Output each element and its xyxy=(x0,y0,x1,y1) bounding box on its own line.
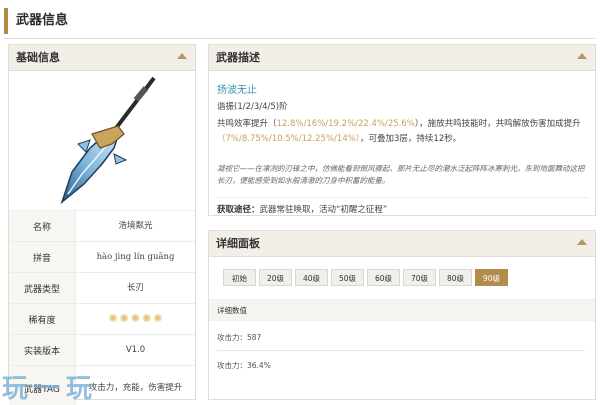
level-tab[interactable]: 90级 xyxy=(475,269,508,286)
info-row-name: 名称 浩境粼光 xyxy=(9,211,195,242)
info-value: 长刃 xyxy=(126,282,144,293)
info-row-pinyin: 拼音 hào jìng lín guāng xyxy=(9,242,195,273)
info-key: 武器类型 xyxy=(9,273,76,303)
level-tab[interactable]: 50级 xyxy=(331,269,364,286)
weapon-info-page: 武器信息 基础信息 名称 浩境粼光 拼音 hào jìng lín guāng … xyxy=(0,0,600,405)
desc-part: ），施放共鸣技能时，共鸣解放伤害加成提升 xyxy=(414,119,581,129)
obtain-method: 获取途径：武器常驻唤取，活动“初醒之征程” xyxy=(217,197,589,215)
obtain-label: 获取途径： xyxy=(217,205,260,215)
collapse-chevron-icon[interactable] xyxy=(577,53,587,59)
basic-info-panel: 基础信息 名称 浩境粼光 拼音 hào jìng lín guāng 武器类型 … xyxy=(8,44,196,405)
desc-part: ，可叠加3层，持续12秒。 xyxy=(360,133,462,144)
rarity-stars: ✺ ✺ ✺ ✺ ✺ xyxy=(108,311,162,328)
stat-value: 587 xyxy=(247,333,262,342)
level-tabs: 初始 20级 40级 50级 60级 70级 80级 90级 xyxy=(223,269,508,286)
info-value: ✺ ✺ ✺ ✺ ✺ xyxy=(76,304,195,334)
level-tab[interactable]: 70级 xyxy=(403,269,436,286)
desc-value-highlight: 12.8%/16%/19.2%/22.4%/25.6% xyxy=(276,119,415,129)
weapon-desc-header[interactable]: 武器描述 xyxy=(209,45,595,71)
stat-label: 攻击力： xyxy=(217,333,247,342)
detail-panel-header[interactable]: 详细面板 xyxy=(209,231,595,257)
collapse-chevron-icon[interactable] xyxy=(177,53,187,59)
level-tab[interactable]: 80级 xyxy=(439,269,472,286)
info-row-version: 实装版本 V1.0 xyxy=(9,335,195,366)
stat-row: 攻击力：587 xyxy=(217,332,261,343)
title-divider xyxy=(4,38,596,39)
collapse-chevron-icon[interactable] xyxy=(577,239,587,245)
rarity-star-icon: ✺ xyxy=(108,311,118,325)
stat-label: 攻击力： xyxy=(217,361,247,370)
stat-value: 36.4% xyxy=(247,361,271,370)
weapon-desc-panel: 武器描述 扬波无止 谐振(1/2/3/4/5)阶 共鸣效率提升（12.8%/16… xyxy=(208,44,596,216)
detail-panel: 详细面板 初始 20级 40级 50级 60级 70级 80级 90级 详细数值 攻击力：58… xyxy=(208,230,596,400)
desc-value-highlight: （7%/8.75%/10.5%/12.25%/14%） xyxy=(217,133,360,144)
level-tab[interactable]: 初始 xyxy=(223,269,256,286)
rarity-star-icon: ✺ xyxy=(142,311,152,325)
info-row-type: 武器类型 长刃 xyxy=(9,273,195,304)
info-key: 实装版本 xyxy=(9,335,76,365)
desc-part: 共鸣效率提升（ xyxy=(217,119,277,129)
obtain-text: 武器常驻唤取，活动“初醒之征程” xyxy=(259,205,388,215)
page-title: 武器信息 xyxy=(4,8,68,34)
site-watermark: 玩一玩 xyxy=(2,374,99,404)
rarity-star-icon: ✺ xyxy=(153,311,163,325)
weapon-desc-title: 武器描述 xyxy=(216,51,260,64)
basic-info-title: 基础信息 xyxy=(16,51,60,64)
rarity-star-icon: ✺ xyxy=(119,311,129,325)
weapon-lore: 凝视它——在凛冽的刃锋之中，仿佛能看到倒风骤起、那片无止尽的潮水泛起阵阵冰寒刺光… xyxy=(217,164,585,185)
level-tab[interactable]: 60级 xyxy=(367,269,400,286)
info-key: 稀有度 xyxy=(9,304,76,334)
basic-info-header[interactable]: 基础信息 xyxy=(9,45,195,71)
info-value: hào jìng lín guāng xyxy=(96,251,175,262)
stat-row: 攻击力：36.4% xyxy=(217,360,271,371)
info-value: V1.0 xyxy=(125,344,146,355)
resonance-levels: 谐振(1/2/3/4/5)阶 xyxy=(217,102,288,112)
info-key: 名称 xyxy=(9,211,76,241)
info-key: 拼音 xyxy=(9,242,76,272)
rarity-star-icon: ✺ xyxy=(130,311,141,325)
info-row-rarity: 稀有度 ✺ ✺ ✺ ✺ ✺ xyxy=(9,304,195,335)
detail-panel-title: 详细面板 xyxy=(216,237,260,250)
skill-description: 共鸣效率提升（12.8%/16%/19.2%/22.4%/25.6%），施放共鸣… xyxy=(217,117,589,147)
weapon-sword-icon xyxy=(60,76,156,204)
detail-sub-header: 详细数值 xyxy=(209,299,595,321)
skill-name: 扬波无止 xyxy=(217,85,257,96)
level-tab[interactable]: 20级 xyxy=(259,269,292,286)
info-value: 浩境粼光 xyxy=(118,220,153,231)
stat-divider xyxy=(217,350,585,351)
level-tab[interactable]: 40级 xyxy=(295,269,328,286)
weapon-image xyxy=(9,71,195,211)
